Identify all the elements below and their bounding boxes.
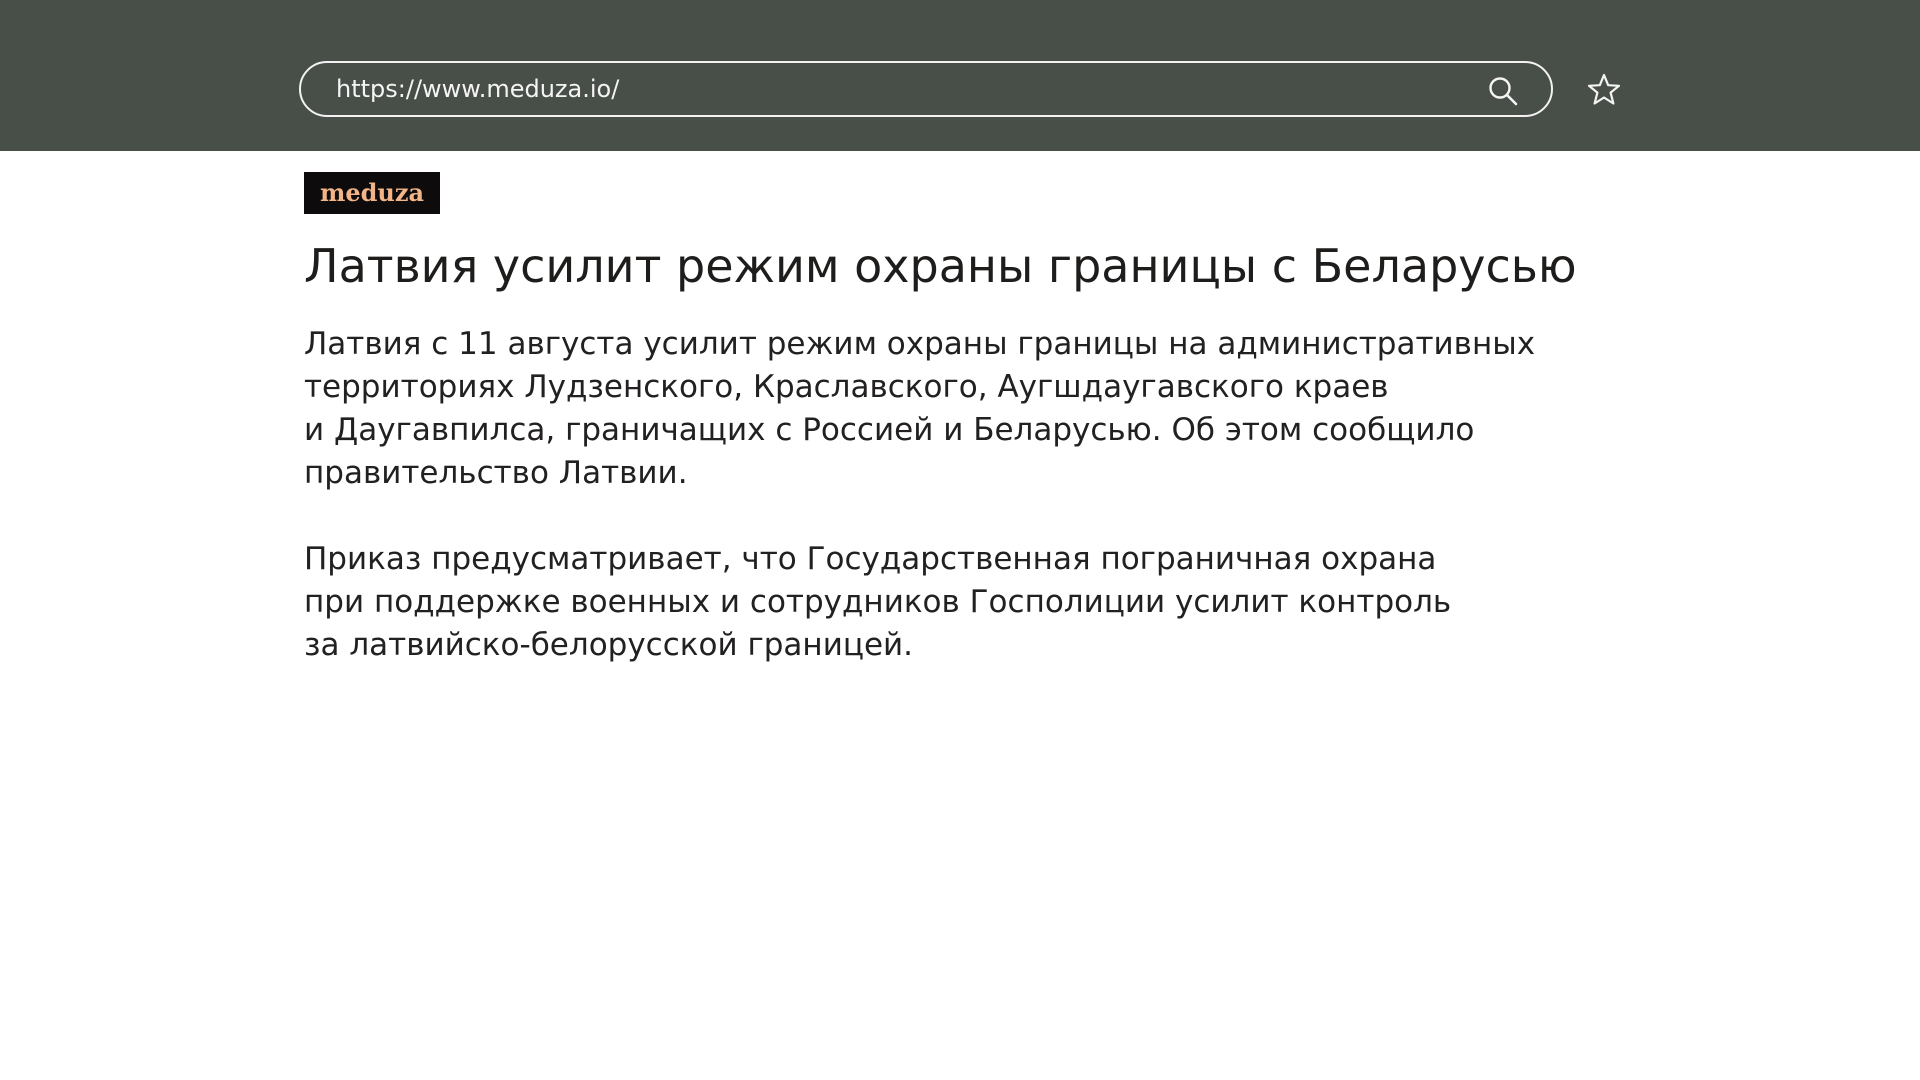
search-icon[interactable] (1487, 75, 1519, 107)
paragraph-line: за латвийско-белорусской границей. (304, 627, 914, 663)
paragraph-line: при поддержке военных и сотрудников Госп… (304, 584, 1452, 620)
paragraph-line: и Даугавпилса, граничащих с Россией и Бе… (304, 412, 1475, 448)
paragraph-line: правительство Латвии. (304, 455, 688, 491)
star-icon[interactable] (1586, 72, 1622, 108)
address-bar[interactable]: https://www.meduza.io/ (299, 61, 1553, 117)
meduza-logo[interactable]: meduza (304, 172, 440, 214)
paragraph-line: Приказ предусматривает, что Государствен… (304, 541, 1437, 577)
article-paragraph-2: Приказ предусматривает, что Государствен… (304, 538, 1604, 667)
url-text[interactable]: https://www.meduza.io/ (336, 63, 619, 115)
paragraph-line: территориях Лудзенского, Краславского, А… (304, 369, 1389, 405)
paragraph-line: Латвия с 11 августа усилит режим охраны … (304, 326, 1536, 362)
browser-toolbar: https://www.meduza.io/ (0, 0, 1920, 151)
logo-text: meduza (319, 178, 425, 207)
article-headline: Латвия усилит режим охраны границы с Бел… (304, 239, 1577, 293)
article-paragraph-1: Латвия с 11 августа усилит режим охраны … (304, 323, 1604, 495)
